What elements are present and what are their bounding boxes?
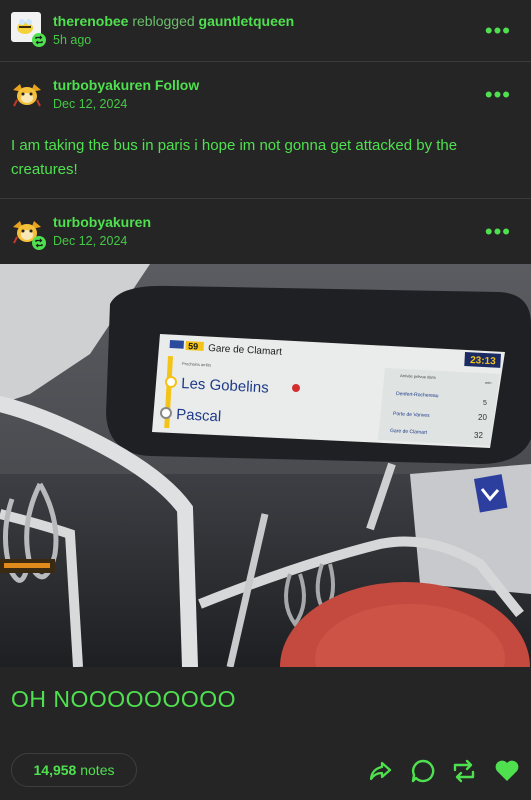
post-text: I am taking the bus in paris i hope im n… xyxy=(11,137,458,178)
arrival-min-3: 32 xyxy=(474,431,483,440)
reblog-icon[interactable] xyxy=(451,758,477,784)
follow-button[interactable]: Follow xyxy=(155,77,199,93)
more-dots-icon[interactable]: ••• xyxy=(485,84,511,106)
turbobyakuren-avatar[interactable] xyxy=(11,217,46,250)
reblog-source-username[interactable]: gauntletqueen xyxy=(199,13,295,29)
reblog-badge-icon xyxy=(32,236,46,250)
arrival-unit: min xyxy=(485,380,491,385)
divider xyxy=(0,198,531,199)
post-caption: OH NOOOOOOOOO xyxy=(11,686,237,712)
stop-pascal: Pascal xyxy=(176,406,222,425)
divider xyxy=(0,61,531,62)
share-icon[interactable] xyxy=(368,758,394,784)
like-heart-icon[interactable] xyxy=(494,758,520,784)
post-author-username[interactable]: turbobyakuren xyxy=(53,214,151,230)
notes-count: 14,958 xyxy=(33,762,77,778)
post-author-username[interactable]: turbobyakuren xyxy=(53,77,151,93)
notes-button[interactable]: 14,958 notes xyxy=(11,753,137,787)
therenobee-avatar[interactable] xyxy=(11,12,46,47)
arrival-min-2: 20 xyxy=(478,413,487,422)
notes-label: notes xyxy=(80,762,115,778)
more-dots-icon[interactable]: ••• xyxy=(485,20,511,42)
bus-photo[interactable]: 59 Gare de Clamart 23:13 Prochains arrêt… xyxy=(0,264,531,667)
reblogger-username[interactable]: therenobee xyxy=(53,13,128,29)
comment-icon[interactable] xyxy=(410,758,436,784)
clock-time: 23:13 xyxy=(470,355,497,367)
more-dots-icon[interactable]: ••• xyxy=(485,221,511,243)
post-date[interactable]: Dec 12, 2024 xyxy=(53,97,127,111)
turbobyakuren-avatar[interactable] xyxy=(11,80,41,110)
reblog-badge-icon xyxy=(32,33,46,47)
reblog-timestamp[interactable]: 5h ago xyxy=(53,33,91,47)
line-number: 59 xyxy=(188,341,199,352)
post-date[interactable]: Dec 12, 2024 xyxy=(53,234,127,248)
arrival-min-1: 5 xyxy=(483,400,487,407)
reblogged-text: reblogged xyxy=(132,13,195,29)
